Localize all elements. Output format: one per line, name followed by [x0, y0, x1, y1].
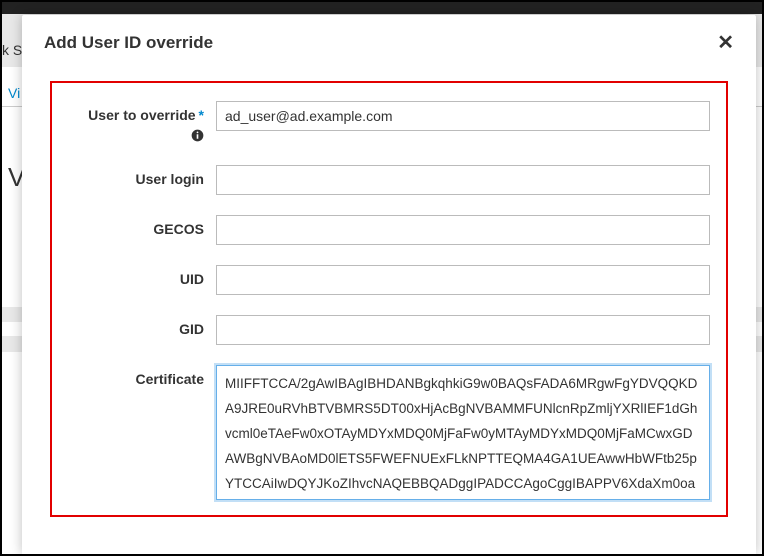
label-user-login: User login	[68, 165, 216, 187]
bg-nav-fragment: Vi	[8, 85, 20, 101]
uid-input[interactable]	[216, 265, 710, 295]
gid-input[interactable]	[216, 315, 710, 345]
modal-header: Add User ID override ✕	[22, 15, 756, 71]
row-user-login: User login	[68, 165, 710, 195]
bg-topbar	[2, 2, 762, 14]
row-gid: GID	[68, 315, 710, 345]
bg-sidebar-fragment: k S	[2, 42, 22, 58]
row-uid: UID	[68, 265, 710, 295]
modal-body: User to override* User login GECOS	[22, 71, 756, 517]
row-user-to-override: User to override*	[68, 101, 710, 145]
modal-dialog: Add User ID override ✕ User to override*…	[22, 15, 756, 554]
required-marker: *	[199, 107, 204, 123]
certificate-textarea[interactable]	[216, 365, 710, 500]
label-gid: GID	[68, 315, 216, 337]
label-text: User to override	[88, 107, 195, 123]
user-to-override-input[interactable]	[216, 101, 710, 131]
gecos-input[interactable]	[216, 215, 710, 245]
row-certificate: Certificate	[68, 365, 710, 505]
label-uid: UID	[68, 265, 216, 287]
modal-title: Add User ID override	[44, 33, 213, 53]
row-gecos: GECOS	[68, 215, 710, 245]
label-user-to-override: User to override*	[68, 101, 216, 145]
user-login-input[interactable]	[216, 165, 710, 195]
close-icon[interactable]: ✕	[717, 33, 734, 53]
label-certificate: Certificate	[68, 365, 216, 387]
label-gecos: GECOS	[68, 215, 216, 237]
info-icon[interactable]	[68, 129, 204, 145]
highlight-frame: User to override* User login GECOS	[50, 81, 728, 517]
